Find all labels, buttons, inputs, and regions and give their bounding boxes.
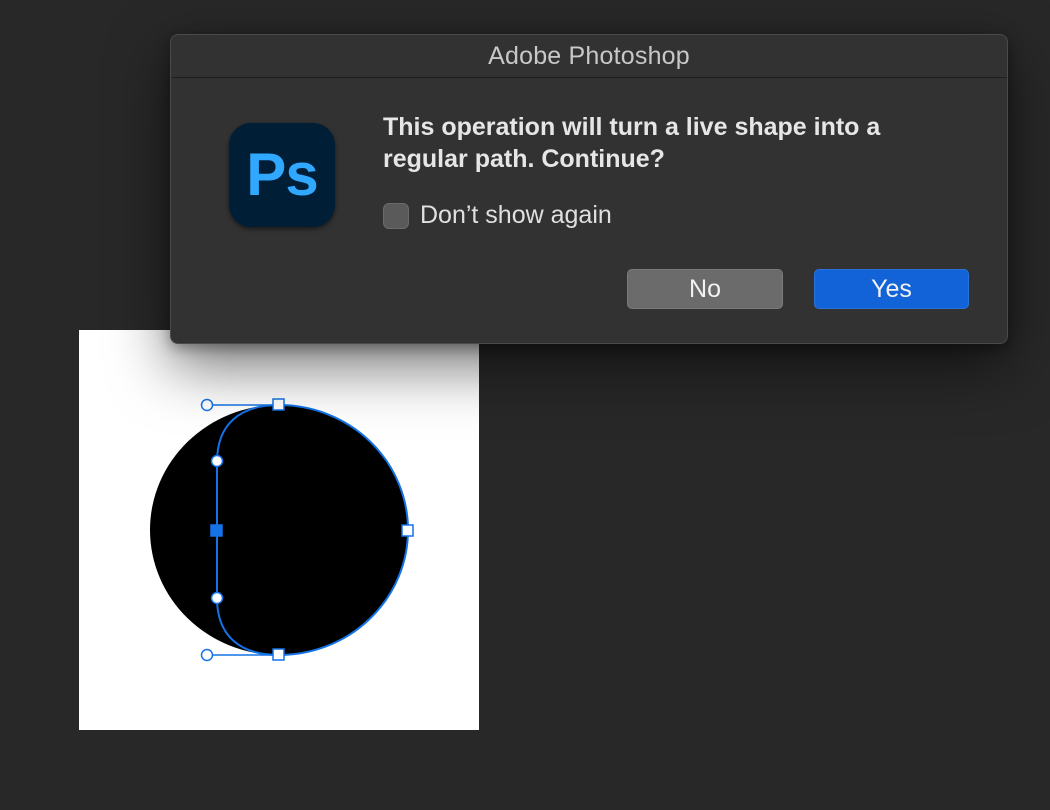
dialog-message-line-2: regular path. Continue? xyxy=(383,145,665,173)
photoshop-app-icon: Ps xyxy=(229,123,335,227)
ellipse-shape[interactable] xyxy=(150,405,408,655)
dont-show-again-checkbox[interactable] xyxy=(383,202,409,229)
dialog-titlebar[interactable]: Adobe Photoshop xyxy=(171,35,1007,78)
dont-show-again-row[interactable]: Don’t show again xyxy=(383,201,612,230)
no-button[interactable]: No xyxy=(627,269,783,309)
anchor-point-top[interactable] xyxy=(272,398,285,411)
dialog-message-line-1: This operation will turn a live shape in… xyxy=(383,113,881,141)
canvas-artwork xyxy=(150,398,414,662)
anchor-point-left-selected[interactable] xyxy=(210,524,223,537)
bezier-handle-left-upper[interactable] xyxy=(210,454,224,468)
anchor-point-bottom[interactable] xyxy=(272,648,285,661)
confirm-dialog: Adobe Photoshop Ps This operation will t… xyxy=(170,34,1008,344)
anchor-point-right[interactable] xyxy=(401,524,414,537)
dont-show-again-label[interactable]: Don’t show again xyxy=(420,201,612,230)
yes-button[interactable]: Yes xyxy=(814,269,969,309)
photoshop-icon-label: Ps xyxy=(246,140,318,208)
document-canvas[interactable] xyxy=(79,330,479,730)
dialog-title: Adobe Photoshop xyxy=(488,41,690,70)
bezier-handle-top[interactable] xyxy=(200,398,214,412)
dialog-message: This operation will turn a live shape in… xyxy=(383,111,973,175)
photoshop-workspace: Adobe Photoshop Ps This operation will t… xyxy=(0,0,1050,810)
bezier-handle-left-lower[interactable] xyxy=(210,591,224,605)
bezier-handle-bottom[interactable] xyxy=(200,648,214,662)
